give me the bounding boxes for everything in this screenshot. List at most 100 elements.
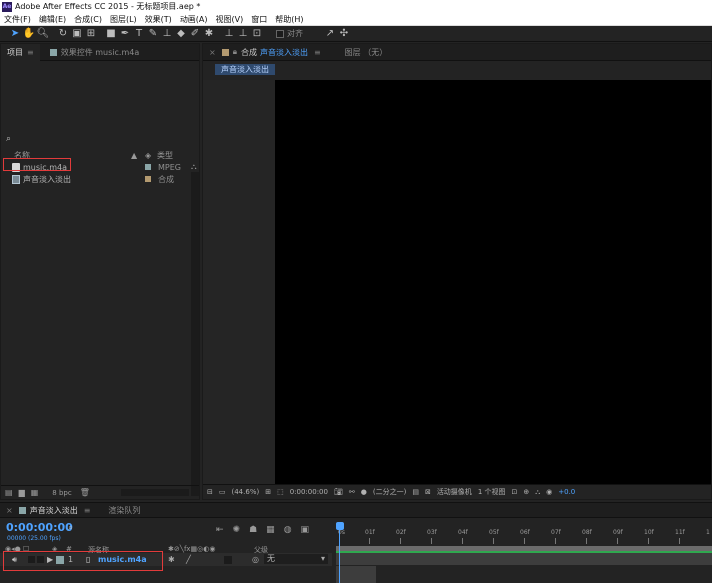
layer-duration-bar[interactable] — [336, 553, 712, 565]
current-time-display[interactable]: 0:00:00:00 — [290, 488, 328, 496]
project-horizontal-scrollbar[interactable] — [121, 489, 189, 496]
menu-animation[interactable]: 动画(A) — [176, 14, 212, 25]
composition-navigator-tab[interactable]: 声音淡入淡出 — [215, 64, 275, 75]
fast-preview-icon[interactable]: ▤ — [412, 488, 419, 496]
playhead-handle[interactable] — [336, 522, 344, 530]
menu-edit[interactable]: 编辑(E) — [35, 14, 70, 25]
snap-toggle[interactable]: 对齐 — [276, 28, 303, 39]
rotate-tool-icon[interactable]: ↻ — [56, 27, 70, 41]
menu-effect[interactable]: 效果(T) — [141, 14, 176, 25]
menu-help[interactable]: 帮助(H) — [271, 14, 307, 25]
grid-icon[interactable]: ⊞ — [265, 488, 271, 496]
tab-project[interactable]: 项目 ≡ — [1, 43, 40, 61]
world-axis-icon[interactable]: ⊥ — [236, 27, 250, 41]
title-bar: Ae Adobe After Effects CC 2015 - 无标题项目.a… — [0, 0, 712, 13]
views-dropdown[interactable]: 1 个视图 — [478, 487, 506, 497]
label-tag-icon[interactable]: ◈ — [145, 151, 151, 160]
shy-layers-icon[interactable]: ☗ — [249, 525, 257, 535]
menu-window[interactable]: 窗口 — [247, 14, 271, 25]
project-item-type: MPEG — [158, 162, 181, 172]
composition-tab-name[interactable]: 声音淡入淡出 — [260, 47, 308, 58]
rectangle-tool-icon[interactable]: ■ — [104, 27, 118, 41]
zoom-dropdown[interactable]: (44.6%) — [232, 488, 260, 496]
resolution-dropdown[interactable]: (二分之一) — [373, 487, 406, 497]
lock-icon[interactable]: 🔒︎ — [233, 47, 237, 57]
label-color-swatch[interactable] — [145, 164, 151, 170]
exposure-value[interactable]: +0.0 — [558, 488, 575, 496]
column-type-header[interactable]: 类型 — [157, 150, 173, 161]
panel-menu-icon[interactable]: ≡ — [27, 44, 34, 61]
menu-view[interactable]: 视图(V) — [212, 14, 248, 25]
time-ruler[interactable]: 0s 01f 02f 03f 04f 05f 06f 07f 08f 09f 1… — [336, 524, 712, 546]
flowchart-icon[interactable]: ⛬ — [191, 162, 197, 172]
tab-layer-viewer[interactable]: 图层 （无） — [345, 47, 388, 58]
snap-options-icon[interactable]: ↗ — [323, 27, 337, 41]
snap-checkbox[interactable] — [276, 29, 284, 38]
zoom-tool-icon[interactable]: 🔍︎ — [36, 27, 50, 41]
tab-effect-controls[interactable]: 效果控件 music.m4a — [40, 44, 146, 61]
tab-timeline-composition[interactable]: × 声音淡入淡出 ≡ — [0, 505, 96, 516]
flowchart-icon[interactable]: ⛬ — [535, 488, 540, 497]
new-composition-icon[interactable]: ▦ — [31, 488, 39, 497]
eraser-tool-icon[interactable]: ◆ — [174, 27, 188, 41]
safe-margins-icon[interactable]: ▭ — [219, 488, 226, 496]
window-title: Adobe After Effects CC 2015 - 无标题项目.aep … — [15, 2, 201, 11]
text-tool-icon[interactable]: T — [132, 27, 146, 41]
transparency-grid-icon[interactable]: ⊠ — [425, 488, 431, 496]
region-of-interest-icon[interactable]: ⬚ — [277, 488, 284, 496]
menu-file[interactable]: 文件(F) — [0, 14, 35, 25]
timeline-search-icon[interactable]: ⌕ — [68, 523, 73, 533]
timeline-current-time[interactable]: 0:00:00:00 — [6, 521, 73, 534]
brush-tool-icon[interactable]: ✎ — [146, 27, 160, 41]
close-tab-icon[interactable]: × — [6, 506, 13, 515]
pan-behind-tool-icon[interactable]: ⊞ — [84, 27, 98, 41]
panel-menu-icon[interactable]: ≡ — [84, 506, 91, 515]
graph-editor-icon[interactable]: ▣ — [301, 525, 310, 535]
layer-switch-box[interactable] — [224, 556, 232, 564]
hand-tool-icon[interactable]: ✋ — [22, 27, 36, 41]
ruler-label: 11f — [675, 529, 685, 536]
exposure-reset-icon[interactable]: ◉ — [546, 488, 552, 496]
channel-icon[interactable]: ● — [361, 488, 367, 496]
frame-blending-icon[interactable]: ▦ — [266, 525, 275, 535]
snapshot-icon[interactable]: 📷︎ — [334, 488, 343, 496]
camera-dropdown[interactable]: 活动摄像机 — [437, 487, 472, 497]
interpret-footage-icon[interactable]: ▤ — [5, 488, 13, 497]
new-folder-icon[interactable]: ▆ — [19, 488, 25, 497]
project-item-composition[interactable]: 声音淡入淡出 合成 — [1, 173, 191, 185]
tab-project-label: 项目 — [7, 47, 23, 57]
project-scrollbar[interactable] — [191, 172, 199, 496]
view-axis-icon[interactable]: ⊡ — [250, 27, 264, 41]
label-color-swatch[interactable] — [145, 176, 151, 182]
toggle-pixel-aspect-icon[interactable]: ⊡ — [512, 488, 518, 496]
comp-mini-flowchart-icon[interactable]: ⇤ — [216, 525, 224, 535]
quality-switch-icon[interactable]: ╱ — [186, 555, 191, 564]
3d-view-icon[interactable]: ⊕ — [523, 488, 529, 496]
local-axis-icon[interactable]: ⊥ — [222, 27, 236, 41]
always-preview-icon[interactable]: ⊟ — [207, 488, 213, 496]
draft-3d-icon[interactable]: ✺ — [233, 525, 241, 535]
panel-menu-icon[interactable]: ≡ — [314, 48, 321, 57]
pen-tool-icon[interactable]: ✒ — [118, 27, 132, 41]
roto-brush-tool-icon[interactable]: ✐ — [188, 27, 202, 41]
bit-depth-button[interactable]: 8 bpc — [52, 489, 71, 497]
selection-tool-icon[interactable]: ➤ — [8, 27, 22, 41]
project-search-icon[interactable]: ⌕ — [6, 134, 11, 144]
parent-pickwhip-icon[interactable]: ◎ — [252, 555, 259, 564]
delete-icon[interactable]: 🗑︎ — [80, 488, 90, 497]
sort-arrow-icon[interactable]: ▲ — [131, 151, 137, 160]
tab-render-queue[interactable]: 渲染队列 — [102, 505, 146, 516]
camera-tool-icon[interactable]: ▣ — [70, 27, 84, 41]
parent-dropdown[interactable]: 无 ▾ — [264, 554, 328, 564]
motion-blur-icon[interactable]: ◍ — [284, 525, 292, 535]
composition-canvas[interactable] — [275, 80, 711, 484]
close-tab-icon[interactable]: × — [209, 48, 216, 57]
puppet-tool-icon[interactable]: ✱ — [202, 27, 216, 41]
menu-layer[interactable]: 图层(L) — [106, 14, 141, 25]
show-snapshot-icon[interactable]: ⚯ — [349, 488, 355, 496]
highlight-box — [3, 158, 71, 171]
menu-composition[interactable]: 合成(C) — [70, 14, 106, 25]
snap-extents-icon[interactable]: ✣ — [337, 27, 351, 41]
clone-stamp-tool-icon[interactable]: ⊥ — [160, 27, 174, 41]
shy-switch-icon[interactable]: ✱ — [168, 555, 175, 564]
